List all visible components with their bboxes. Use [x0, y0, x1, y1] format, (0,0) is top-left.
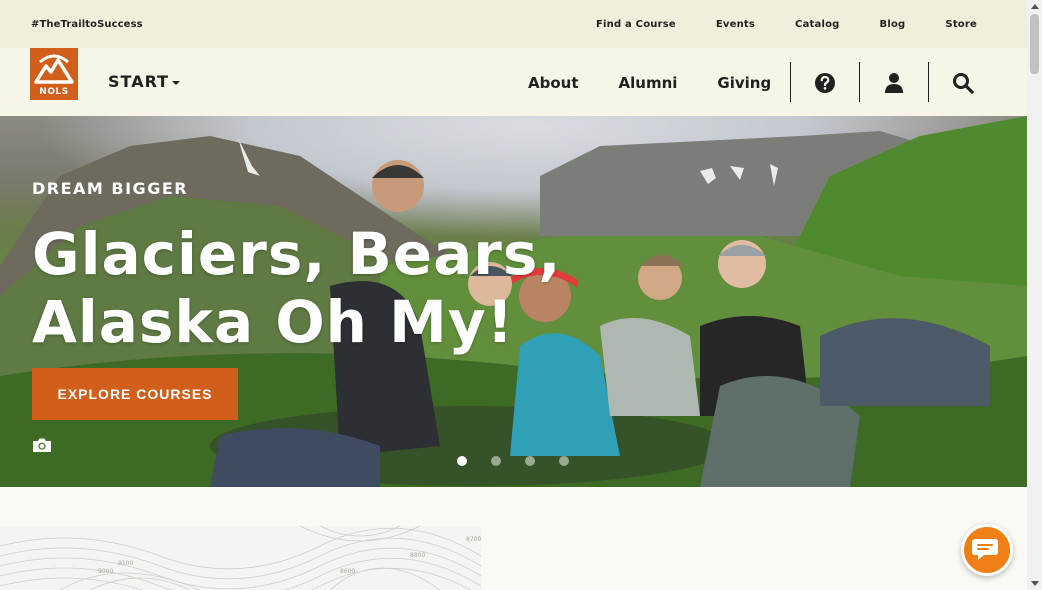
nols-logo[interactable]: NOLS [30, 48, 78, 100]
blog-link[interactable]: Blog [880, 19, 906, 30]
hero-banner: DREAM BIGGER Glaciers, Bears, Alaska Oh … [0, 116, 1027, 487]
hashtag-link[interactable]: #TheTrailtoSuccess [31, 19, 143, 30]
carousel-dot[interactable] [491, 456, 501, 466]
primary-nav-links: About Alumni Giving [528, 74, 771, 92]
page-scrollbar[interactable] [1027, 0, 1042, 590]
carousel-dots [457, 456, 569, 466]
scroll-down-arrow-icon[interactable] [1031, 581, 1039, 586]
page: #TheTrailtoSuccess Find a Course Events … [0, 0, 1042, 590]
start-menu-button[interactable]: START [108, 72, 181, 91]
search-icon[interactable] [952, 72, 974, 94]
topo-map-image: 9000 9100 8800 8700 8600 [0, 526, 481, 590]
carousel-dot[interactable] [559, 456, 569, 466]
store-link[interactable]: Store [945, 19, 977, 30]
caret-down-icon [172, 80, 181, 85]
alumni-link[interactable]: Alumni [619, 74, 678, 92]
nav-divider [790, 62, 791, 102]
topo-label: 8700 [466, 536, 481, 543]
about-link[interactable]: About [528, 74, 579, 92]
mountain-logo-icon [34, 54, 74, 84]
live-chat-button[interactable] [961, 524, 1013, 576]
explore-courses-button[interactable]: EXPLORE COURSES [32, 368, 238, 420]
topo-label: 9100 [118, 560, 134, 567]
catalog-link[interactable]: Catalog [795, 19, 839, 30]
start-label: START [108, 72, 170, 91]
scroll-up-arrow-icon[interactable] [1031, 4, 1039, 9]
nav-divider [928, 62, 929, 102]
logo-text: NOLS [39, 87, 69, 97]
help-icon[interactable] [814, 72, 836, 94]
carousel-dot[interactable] [525, 456, 535, 466]
chat-bubbles-icon [972, 539, 998, 560]
camera-icon[interactable] [32, 437, 52, 453]
topo-label: 9000 [98, 568, 114, 575]
main-nav: NOLS START About Alumni Giving [0, 48, 1027, 116]
utility-links: Find a Course Events Catalog Blog Store [596, 19, 977, 30]
scroll-thumb[interactable] [1030, 14, 1039, 74]
topo-label: 8800 [410, 552, 426, 559]
carousel-dot[interactable] [457, 456, 467, 466]
account-icon[interactable] [883, 72, 905, 94]
hero-eyebrow: DREAM BIGGER [32, 179, 189, 198]
hero-title-line: Glaciers, Bears, [32, 220, 562, 288]
hero-title-line: Alaska Oh My! [32, 288, 515, 356]
giving-link[interactable]: Giving [717, 74, 771, 92]
find-a-course-link[interactable]: Find a Course [596, 19, 676, 30]
topo-lines [0, 526, 481, 590]
hero-title: Glaciers, Bears, Alaska Oh My! [32, 220, 561, 356]
events-link[interactable]: Events [716, 19, 755, 30]
topo-label: 8600 [340, 568, 356, 575]
utility-bar: #TheTrailtoSuccess Find a Course Events … [0, 0, 1027, 48]
nav-divider [859, 62, 860, 102]
